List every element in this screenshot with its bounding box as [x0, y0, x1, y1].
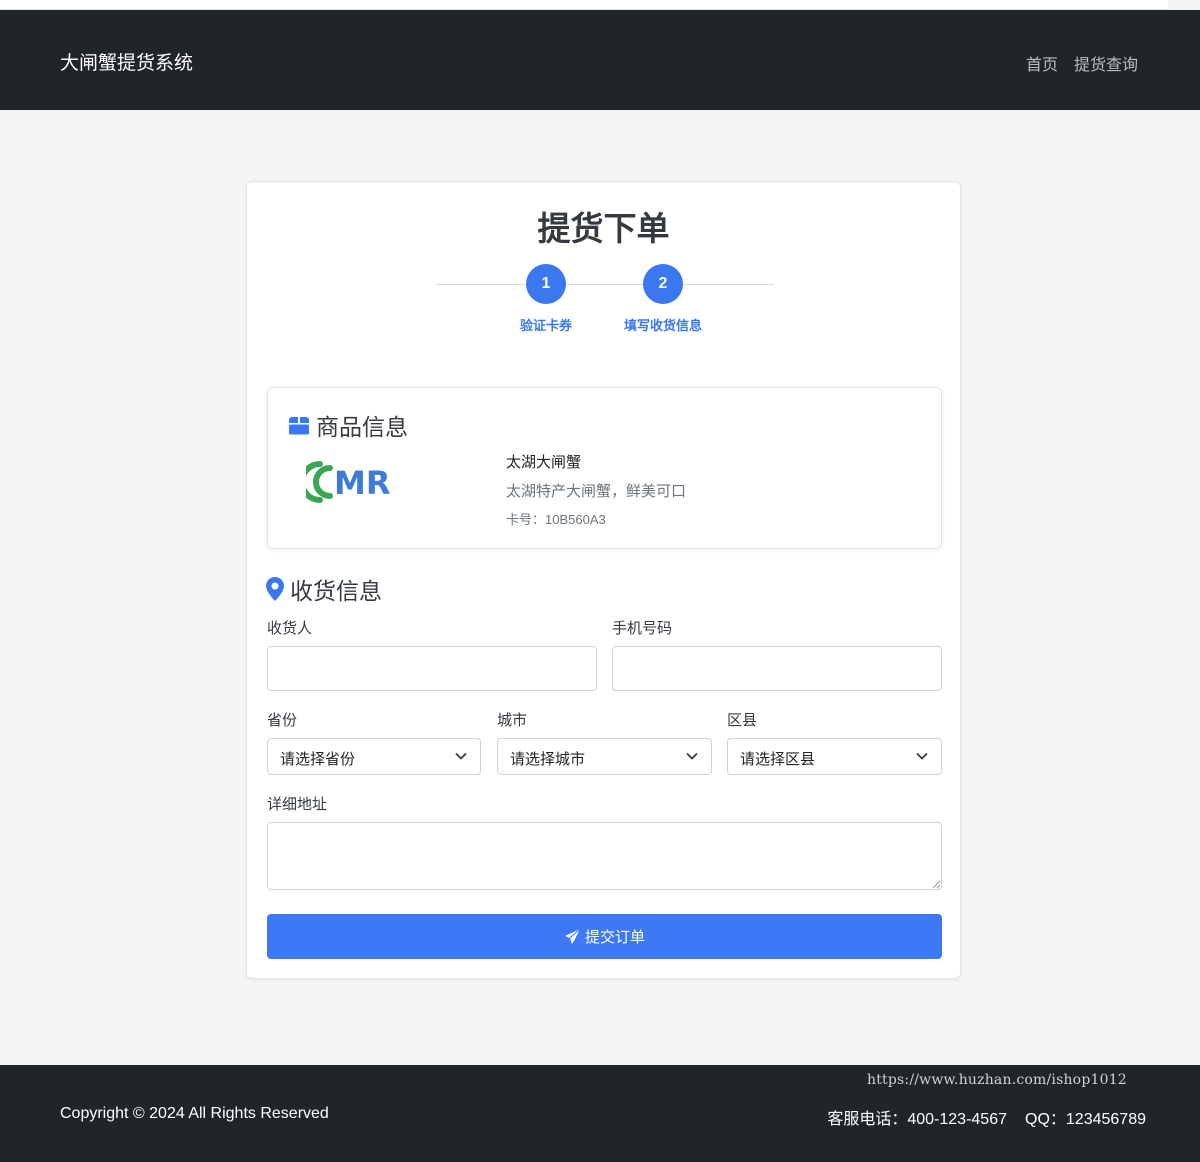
phone-input[interactable]	[612, 646, 942, 691]
nav-pickup-query-link[interactable]: 提货查询	[1074, 51, 1138, 75]
card-number: 卡号：10B560A3	[506, 512, 606, 527]
goods-heading-text: 商品信息	[316, 414, 408, 440]
goods-info-panel: 商品信息 MR 太湖大闸蟹 太湖特产大闸蟹，鲜美可口 卡号：10B560A3	[267, 387, 942, 549]
shipping-heading: 收货信息	[266, 572, 382, 606]
province-label: 省份	[267, 712, 298, 729]
nav-home-link[interactable]: 首页	[1026, 51, 1058, 75]
logo-text: MR	[334, 464, 390, 502]
brand-title[interactable]: 大闸蟹提货系统	[60, 48, 193, 75]
district-label: 区县	[727, 712, 758, 729]
receiver-label: 收货人	[267, 620, 313, 637]
footer: https://www.huzhan.com/ishop1012 Copyrig…	[0, 1065, 1200, 1162]
district-select[interactable]: 请选择区县	[727, 738, 942, 775]
chevron-down-icon	[455, 752, 467, 760]
step-2-label: 填写收货信息	[623, 318, 702, 333]
navbar: 大闸蟹提货系统 首页 提货查询	[0, 10, 1200, 110]
contact-info: 客服电话：400-123-4567 QQ：123456789	[827, 1105, 1146, 1129]
shipping-heading-text: 收货信息	[290, 578, 382, 604]
map-marker-icon	[266, 577, 284, 601]
box-icon	[289, 417, 309, 435]
address-textarea[interactable]	[267, 822, 942, 890]
phone-label: 手机号码	[612, 620, 673, 637]
qq-number: QQ：123456789	[1025, 1111, 1146, 1128]
submit-order-label: 提交订单	[584, 929, 645, 946]
city-select-value: 请选择城市	[510, 751, 586, 768]
step-1-label: 验证卡券	[519, 318, 572, 333]
goods-description: 太湖特产大闸蟹，鲜美可口	[506, 483, 687, 500]
paper-plane-icon	[564, 928, 581, 944]
city-select[interactable]: 请选择城市	[497, 738, 712, 775]
product-logo: MR	[299, 456, 406, 506]
district-select-value: 请选择区县	[740, 751, 816, 768]
steps-progress-line	[436, 284, 774, 285]
receiver-input[interactable]	[267, 646, 597, 691]
goods-heading: 商品信息	[288, 408, 408, 442]
chevron-down-icon	[686, 752, 698, 760]
copyright-text: Copyright © 2024 All Rights Reserved	[60, 1105, 329, 1122]
city-label: 城市	[497, 712, 528, 729]
order-card: 提货下单 1 验证卡券 2 填写收货信息 商品信息 MR 太湖大闸蟹 太湖特产大…	[246, 181, 961, 979]
submit-order-button[interactable]: 提交订单	[267, 914, 942, 959]
address-label: 详细地址	[267, 796, 328, 813]
service-phone: 客服电话：400-123-4567	[827, 1111, 1008, 1128]
watermark-url: https://www.huzhan.com/ishop1012	[867, 1072, 1127, 1088]
page-title: 提货下单	[537, 210, 670, 247]
step-1-circle: 1	[526, 264, 566, 304]
province-select[interactable]: 请选择省份	[267, 738, 481, 775]
chevron-down-icon	[916, 752, 928, 760]
goods-name: 太湖大闸蟹	[506, 454, 582, 471]
top-strip	[0, 0, 1168, 10]
province-select-value: 请选择省份	[280, 751, 356, 768]
resize-grip-icon[interactable]	[932, 880, 941, 889]
step-2-circle: 2	[643, 264, 683, 304]
nav-links: 首页 提货查询	[1026, 51, 1138, 75]
